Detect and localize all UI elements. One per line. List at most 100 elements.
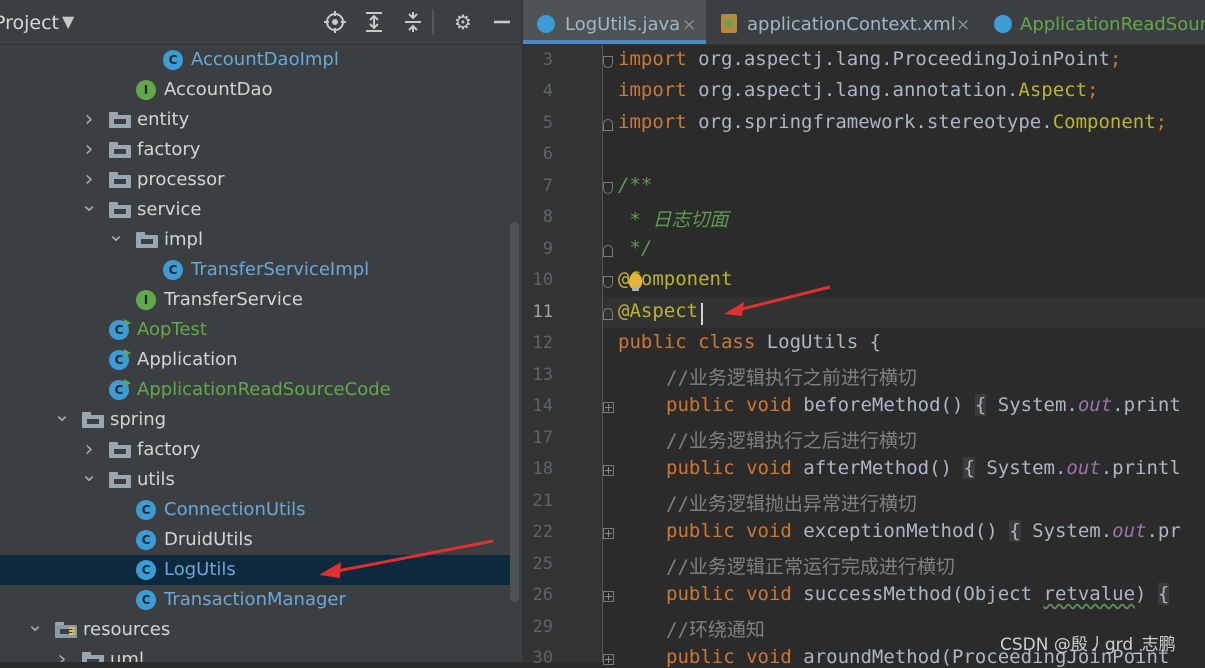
fold-expand-icon[interactable]	[603, 654, 614, 665]
tree-item-spring[interactable]: ⌄ spring	[0, 402, 510, 435]
tree-item-label: TransferServiceImpl	[191, 259, 370, 280]
runnable-class-icon: C	[109, 319, 131, 340]
folder-icon	[109, 202, 131, 218]
locate-icon[interactable]	[323, 10, 347, 34]
tree-item-transferserviceimpl[interactable]: C TransferServiceImpl	[0, 255, 510, 285]
lightbulb-icon[interactable]	[629, 273, 642, 291]
code-line-22: public void exceptionMethod() { System.o…	[666, 520, 1181, 542]
line-number-gutter: 3 4 5 6 7 8 9 10 11 12 13 14 17 18 21 22 25 26 29 30	[523, 45, 603, 668]
fold-marker-icon[interactable]	[603, 56, 613, 68]
chevron-right-icon[interactable]: ›	[79, 135, 99, 165]
tree-item-entity[interactable]: › entity	[0, 105, 510, 135]
code-line-14: public void beforeMethod() { System.out.…	[666, 394, 1181, 416]
chevron-down-icon[interactable]: ⌄	[79, 189, 99, 219]
code-line-4: import org.aspectj.lang.annotation.Aspec…	[618, 79, 1099, 101]
tree-item-service[interactable]: ⌄ service	[0, 192, 510, 225]
tree-item-application[interactable]: C Application	[0, 345, 510, 375]
class-icon: C	[163, 260, 183, 280]
tree-item-label: LogUtils	[164, 559, 236, 580]
code-line-25: //业务逻辑正常运行完成进行横切	[666, 556, 955, 578]
chevron-right-icon[interactable]: ›	[52, 645, 72, 662]
tree-item-accountdao[interactable]: I AccountDao	[0, 75, 510, 105]
gear-icon[interactable]: ⚙	[451, 10, 475, 34]
tree-item-label: spring	[110, 409, 167, 430]
fold-marker-icon[interactable]	[603, 308, 613, 320]
line-number: 30	[532, 648, 553, 668]
tree-item-label: DruidUtils	[164, 529, 253, 550]
tree-item-label: uml	[110, 649, 144, 662]
runnable-class-icon: C	[109, 349, 131, 370]
chevron-down-icon[interactable]: ⌄	[25, 609, 45, 639]
line-number: 9	[542, 239, 553, 259]
line-number: 25	[532, 554, 553, 574]
line-number: 10	[532, 270, 553, 290]
line-number: 11	[532, 302, 553, 322]
chevron-down-icon[interactable]: ⌄	[79, 459, 99, 489]
editor-tab-bar: LogUtils.java × applicationContext.xml ×…	[523, 0, 1205, 45]
tree-item-label: TransferService	[164, 289, 303, 310]
code-line-17: //业务逻辑执行之后进行横切	[666, 430, 917, 452]
tree-item-label: processor	[137, 169, 225, 190]
fold-marker-icon[interactable]	[603, 182, 613, 194]
tab-applicationreadsourcecode[interactable]: ApplicationReadSourceCode	[976, 0, 1205, 44]
class-icon: C	[136, 500, 156, 520]
tree-item-label: factory	[137, 139, 201, 160]
line-number: 14	[532, 396, 553, 416]
chevron-down-icon[interactable]: ▼	[62, 12, 74, 31]
folder-icon	[82, 412, 104, 428]
tree-item-applicationreadsourcecode[interactable]: C ApplicationReadSourceCode	[0, 375, 510, 405]
code-editor[interactable]: LogUtils.java × applicationContext.xml ×…	[523, 0, 1205, 668]
hide-icon[interactable]	[490, 10, 514, 34]
tree-item-impl[interactable]: ⌄ impl	[0, 222, 510, 255]
folder-icon	[109, 172, 131, 188]
tab-logutils-java[interactable]: LogUtils.java ×	[523, 0, 706, 44]
tree-item-connectionutils[interactable]: C ConnectionUtils	[0, 495, 510, 525]
fold-expand-icon[interactable]	[603, 528, 614, 539]
resources-folder-icon	[55, 622, 77, 638]
tree-item-label: service	[137, 199, 202, 220]
tree-item-label: entity	[137, 109, 190, 130]
code-line-5: import org.springframework.stereotype.Co…	[618, 111, 1168, 133]
tab-applicationcontext-xml[interactable]: applicationContext.xml ×	[706, 0, 976, 44]
tree-item-label: ConnectionUtils	[164, 499, 306, 520]
annotation-arrow-tree	[319, 539, 494, 578]
chevron-down-icon[interactable]: ⌄	[106, 219, 126, 249]
line-number: 6	[542, 144, 553, 164]
project-title[interactable]: Project	[0, 12, 59, 34]
tree-item-transferservice[interactable]: I TransferService	[0, 285, 510, 315]
collapse-all-icon[interactable]	[401, 10, 425, 34]
expand-all-icon[interactable]	[362, 10, 386, 34]
tree-item-resources[interactable]: ⌄ resources	[0, 612, 510, 645]
close-icon[interactable]: ×	[682, 0, 696, 50]
tree-item-uml[interactable]: › uml	[0, 645, 510, 662]
fold-marker-icon[interactable]	[603, 119, 613, 131]
tree-scrollbar[interactable]	[510, 222, 519, 602]
code-line-18: public void afterMethod() { System.out.p…	[666, 457, 1181, 479]
line-number: 5	[542, 113, 553, 133]
watermark: CSDN @殷丿grd_志鹏	[1000, 635, 1176, 655]
line-number: 3	[542, 50, 553, 70]
tree-item-factory[interactable]: › factory	[0, 135, 510, 165]
code-line-3: import org.aspectj.lang.ProceedingJoinPo…	[618, 48, 1122, 70]
fold-expand-icon[interactable]	[603, 402, 614, 413]
close-icon[interactable]: ×	[956, 0, 970, 50]
line-number: 12	[532, 333, 553, 353]
folder-icon	[109, 472, 131, 488]
chevron-down-icon[interactable]: ⌄	[52, 399, 72, 429]
fold-expand-icon[interactable]	[603, 591, 614, 602]
java-run-class-icon	[994, 15, 1012, 33]
folder-icon	[109, 442, 131, 458]
fold-marker-icon[interactable]	[603, 276, 613, 288]
code-line-29: //环绕通知	[666, 619, 765, 641]
tree-item-aoptest[interactable]: C AopTest	[0, 315, 510, 345]
code-line-8: * 日志切面	[618, 209, 729, 231]
tree-item-accountdaoimpl[interactable]: C AccountDaoImpl	[0, 45, 510, 75]
tree-item-transactionmanager[interactable]: C TransactionManager	[0, 585, 510, 615]
tree-item-utils[interactable]: ⌄ utils	[0, 462, 510, 495]
tree-item-processor[interactable]: › processor	[0, 165, 510, 195]
fold-expand-icon[interactable]	[603, 465, 614, 476]
code-line-21: //业务逻辑抛出异常进行横切	[666, 493, 917, 515]
fold-marker-icon[interactable]	[603, 245, 613, 257]
chevron-right-icon[interactable]: ›	[79, 105, 99, 135]
tree-item-factory[interactable]: › factory	[0, 435, 510, 465]
